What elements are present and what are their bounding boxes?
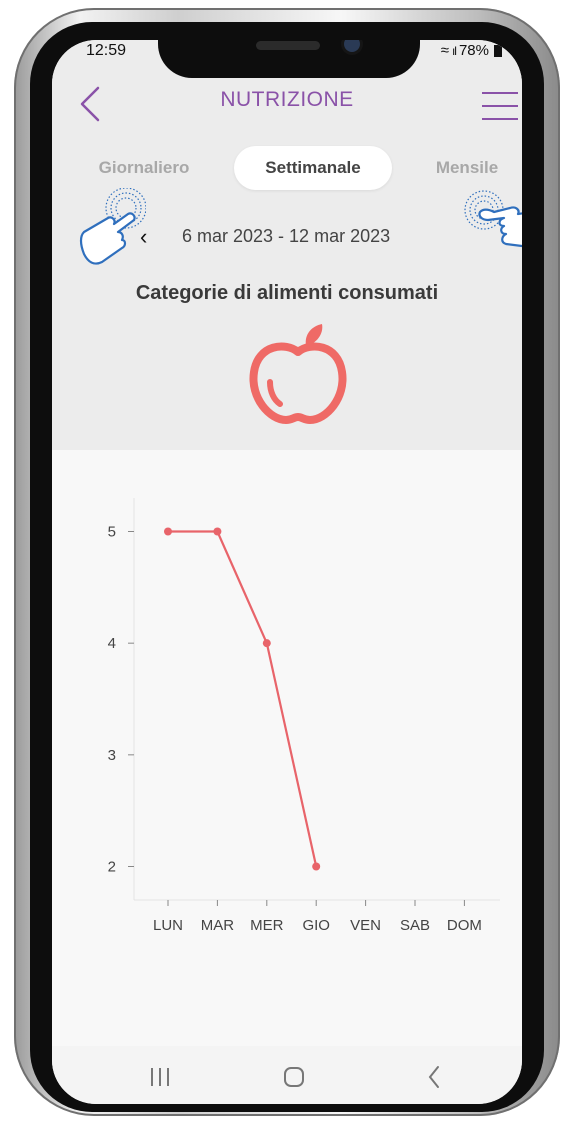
x-tick-label: VEN xyxy=(350,917,381,934)
data-point xyxy=(312,862,321,871)
series-line xyxy=(168,530,318,867)
date-range: 6 mar 2023 - 12 mar 2023 xyxy=(182,226,391,246)
system-nav-bar xyxy=(52,1046,522,1104)
signal-icon: ıl xyxy=(451,43,457,58)
line-chart: 2 3 4 5 LUN MAR MER GIO VEN SAB DOM xyxy=(108,498,500,934)
home-icon[interactable] xyxy=(282,1060,306,1090)
notch xyxy=(158,40,420,78)
apple-icon xyxy=(249,324,347,424)
tab-settimanale[interactable]: Settimanale xyxy=(234,146,392,190)
back-nav-icon[interactable] xyxy=(422,1060,446,1090)
tab-mensile[interactable]: Mensile xyxy=(422,146,512,190)
status-icons: ≈ ıl 78% xyxy=(441,42,502,59)
data-point xyxy=(262,639,271,648)
swipe-hand-icon xyxy=(79,188,146,265)
hamburger-menu-icon[interactable] xyxy=(482,90,520,122)
tab-giornaliero[interactable]: Giornaliero xyxy=(82,146,206,190)
y-tick-label: 5 xyxy=(108,524,116,541)
x-tick-label: MAR xyxy=(201,917,235,934)
page-title: NUTRIZIONE xyxy=(220,88,354,111)
data-point xyxy=(213,527,222,536)
x-tick-label: GIO xyxy=(302,917,330,934)
y-tick-label: 4 xyxy=(108,635,116,652)
data-point xyxy=(164,527,172,536)
y-tick-label: 2 xyxy=(108,859,116,876)
y-tick-label: 3 xyxy=(108,747,116,764)
speaker xyxy=(256,41,320,50)
section-title: Categorie di alimenti consumati xyxy=(135,282,439,304)
x-tick-label: LUN xyxy=(153,917,183,934)
x-tick-label: DOM xyxy=(447,917,482,934)
x-tick-label: SAB xyxy=(400,917,430,934)
battery-icon xyxy=(494,44,502,57)
x-tick-label: MER xyxy=(250,917,283,934)
phone-screen: 12:59 ≈ ıl 78% NUTRIZIONE Giornaliero Se… xyxy=(52,40,522,1104)
camera xyxy=(344,40,360,52)
period-tabs: Giornaliero Settimanale Mensile xyxy=(52,146,522,190)
status-time: 12:59 xyxy=(86,42,127,59)
battery-percent: 78% xyxy=(458,42,489,59)
recent-apps-icon[interactable] xyxy=(148,1060,172,1090)
swipe-hand-icon xyxy=(464,190,522,248)
wifi-icon: ≈ xyxy=(440,42,449,59)
